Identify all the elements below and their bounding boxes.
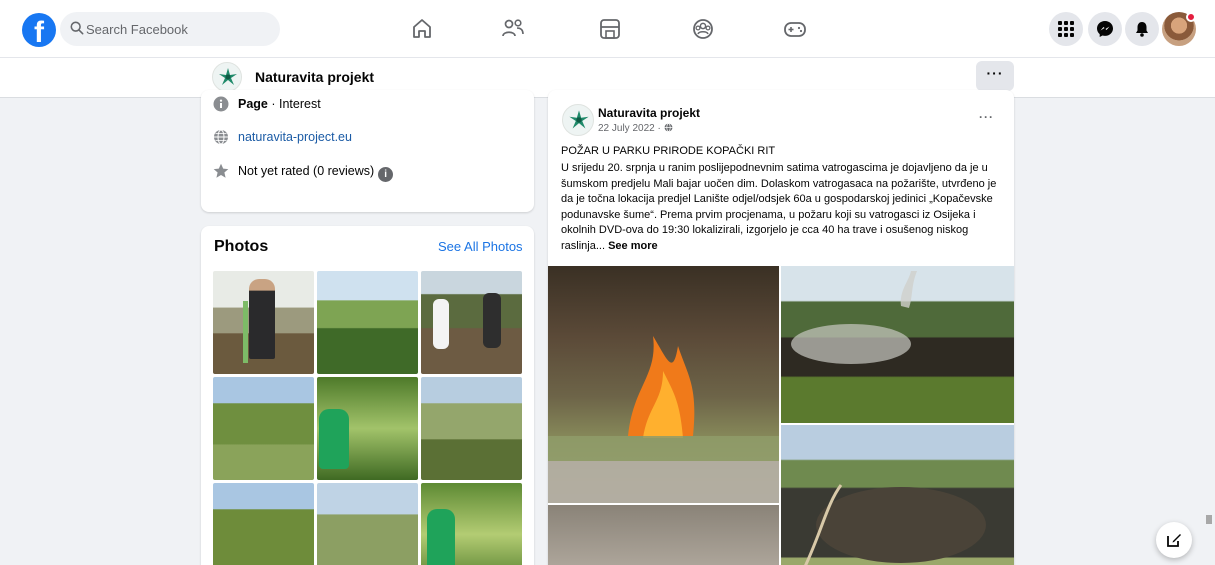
page-more-button[interactable]: ··· bbox=[976, 61, 1014, 91]
see-all-photos-link[interactable]: See All Photos bbox=[438, 239, 523, 254]
page-logo-icon[interactable] bbox=[212, 62, 242, 92]
photo-thumbnail[interactable] bbox=[317, 377, 418, 480]
post-photo-fire[interactable] bbox=[548, 266, 779, 503]
top-navigation-bar: f bbox=[0, 0, 1215, 58]
intro-card: Page · Interest naturavita-project.eu No… bbox=[201, 90, 534, 212]
groups-icon[interactable] bbox=[690, 16, 716, 42]
see-more-link[interactable]: See more bbox=[608, 240, 658, 252]
menu-button[interactable] bbox=[1049, 12, 1083, 46]
facebook-logo-icon[interactable]: f bbox=[22, 13, 56, 47]
search-input[interactable] bbox=[86, 12, 271, 46]
grid-menu-icon bbox=[1058, 21, 1074, 37]
post-page-logo-icon[interactable] bbox=[562, 104, 594, 136]
post-options-button[interactable]: ··· bbox=[979, 110, 994, 124]
post-body-text: U srijedu 20. srpnja u ranim poslijepodn… bbox=[561, 162, 997, 252]
search-icon bbox=[70, 21, 84, 35]
rating-text: Not yet rated (0 reviews) bbox=[238, 164, 375, 178]
photo-thumbnail[interactable] bbox=[213, 483, 314, 565]
star-icon bbox=[213, 163, 229, 178]
post-author[interactable]: Naturavita projekt bbox=[598, 106, 700, 120]
post-photo-aerial-burnt[interactable] bbox=[781, 425, 1014, 565]
messenger-icon bbox=[1097, 21, 1113, 37]
post-photo-aerial-smoke[interactable] bbox=[781, 266, 1014, 423]
photo-thumbnail[interactable] bbox=[213, 271, 314, 374]
public-globe-icon bbox=[664, 123, 673, 132]
marketplace-icon[interactable] bbox=[597, 16, 623, 42]
page-scrollbar[interactable] bbox=[1204, 100, 1215, 565]
scrollbar-thumb[interactable] bbox=[1206, 515, 1212, 524]
compose-icon bbox=[1167, 534, 1181, 547]
category-value: · Interest bbox=[267, 97, 321, 111]
new-message-button[interactable] bbox=[1156, 522, 1192, 558]
post-photo-smoke[interactable] bbox=[548, 505, 779, 565]
photo-thumbnail[interactable] bbox=[317, 483, 418, 565]
rating-info-icon[interactable]: i bbox=[378, 167, 394, 182]
photos-title: Photos bbox=[214, 238, 269, 255]
notification-badge bbox=[1186, 12, 1196, 22]
post-card: Naturavita projekt 22 July 2022 · ··· PO… bbox=[548, 90, 1014, 565]
notifications-button[interactable] bbox=[1125, 12, 1159, 46]
photo-thumbnail[interactable] bbox=[213, 377, 314, 480]
home-icon[interactable] bbox=[409, 16, 435, 42]
messenger-button[interactable] bbox=[1088, 12, 1122, 46]
photo-thumbnail[interactable] bbox=[421, 483, 522, 565]
friends-icon[interactable] bbox=[500, 16, 526, 42]
category-type: Page bbox=[238, 97, 268, 111]
search-box[interactable] bbox=[60, 12, 280, 46]
bell-icon bbox=[1136, 22, 1148, 37]
globe-icon bbox=[214, 129, 228, 145]
post-date[interactable]: 22 July 2022 · bbox=[598, 123, 673, 134]
page-title[interactable]: Naturavita projekt bbox=[255, 69, 374, 85]
photo-thumbnail[interactable] bbox=[421, 271, 522, 374]
post-body: U srijedu 20. srpnja u ranim poslijepodn… bbox=[561, 161, 1006, 255]
gaming-icon[interactable] bbox=[782, 16, 808, 42]
post-headline: POŽAR U PARKU PRIRODE KOPAČKI RIT bbox=[561, 145, 776, 157]
photos-card: Photos See All Photos bbox=[201, 226, 534, 565]
website-link[interactable]: naturavita-project.eu bbox=[238, 130, 352, 144]
info-circle-icon bbox=[213, 96, 229, 112]
photo-thumbnail[interactable] bbox=[421, 377, 522, 480]
photo-thumbnail[interactable] bbox=[317, 271, 418, 374]
post-date-text[interactable]: 22 July 2022 · bbox=[598, 123, 664, 134]
